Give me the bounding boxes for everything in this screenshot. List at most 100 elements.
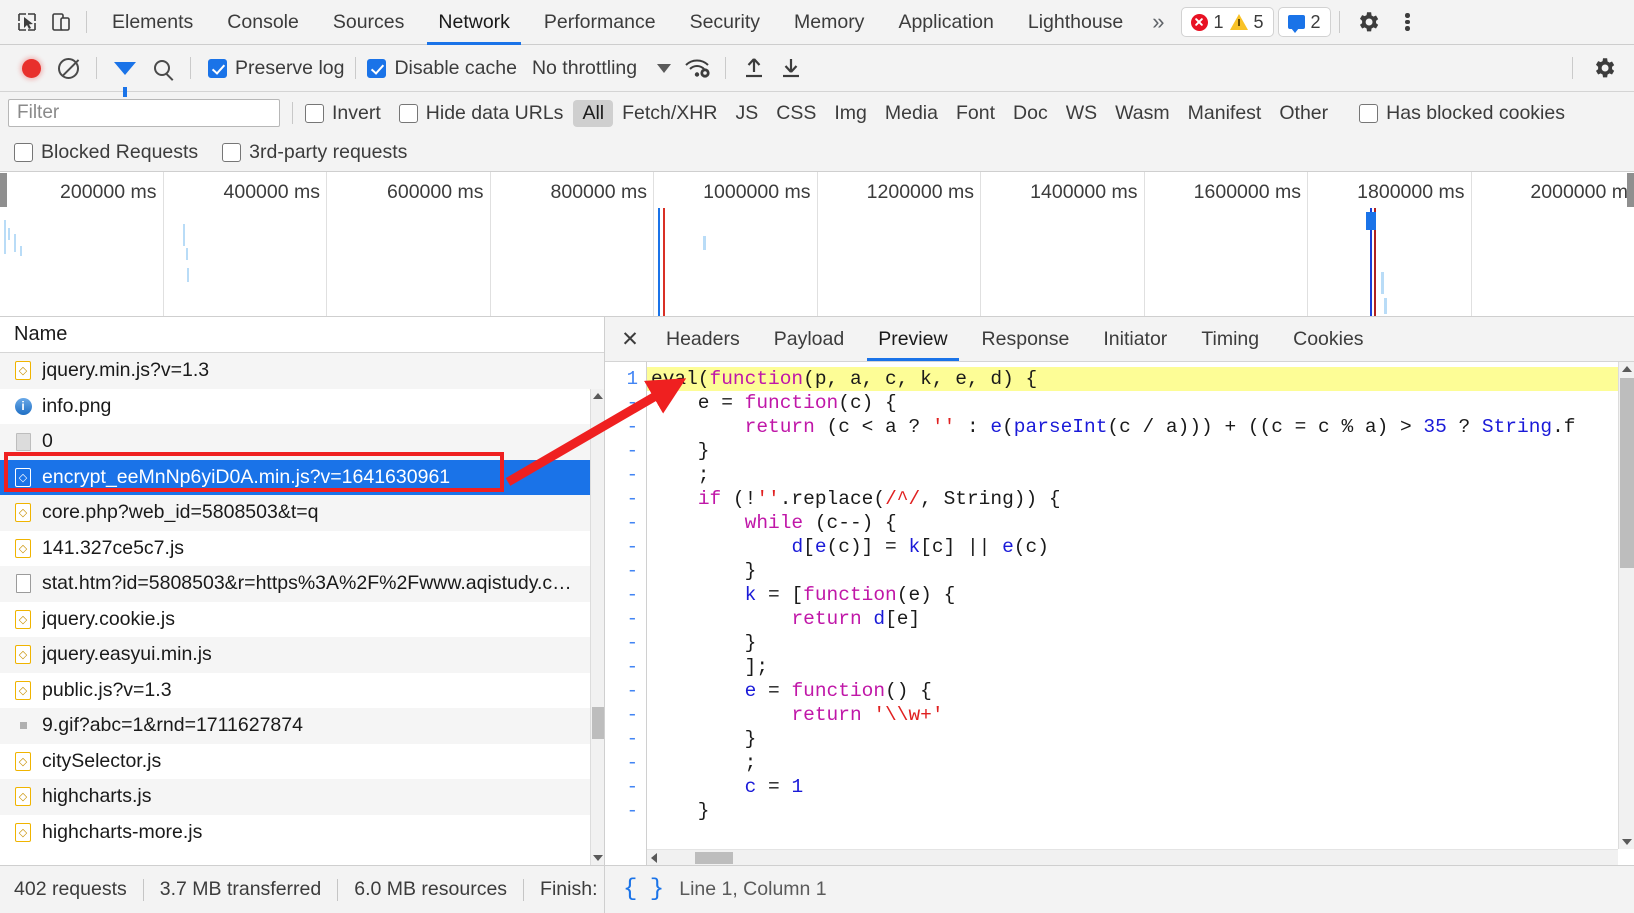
table-row[interactable]: 9.gif?abc=1&rnd=1711627874: [0, 708, 604, 744]
import-har-icon[interactable]: [737, 51, 771, 85]
close-icon[interactable]: ✕: [611, 317, 649, 361]
throttling-dropdown[interactable]: No throttling: [532, 57, 672, 80]
blocked-requests-checkbox[interactable]: Blocked Requests: [14, 141, 198, 164]
table-row[interactable]: ◇ highcharts.js: [0, 779, 604, 815]
request-name: citySelector.js: [42, 749, 162, 772]
record-button-icon[interactable]: [14, 51, 48, 85]
clear-icon[interactable]: [51, 51, 85, 85]
pretty-print-braces-icon[interactable]: { }: [623, 876, 664, 903]
search-icon[interactable]: [145, 51, 179, 85]
scroll-up-icon[interactable]: [1619, 362, 1634, 376]
table-row[interactable]: ◇ jquery.cookie.js: [0, 602, 604, 638]
table-row[interactable]: ◇ highcharts-more.js: [0, 815, 604, 851]
preview-code-viewer[interactable]: 1 - - - - - - - - - - - - - - - - - - ev…: [605, 362, 1634, 865]
request-name: encrypt_eeMnNp6yiD0A.min.js?v=1641630961: [42, 465, 451, 488]
request-list-scrollbar[interactable]: [590, 389, 604, 865]
network-settings-gear-icon[interactable]: [1584, 46, 1624, 91]
type-filter-font[interactable]: Font: [947, 100, 1004, 127]
overview-request-bar: [186, 248, 188, 260]
panel-tab-list: Elements Console Sources Network Perform…: [95, 0, 1140, 45]
table-row[interactable]: ◇ 141.327ce5c7.js: [0, 531, 604, 567]
tab-security[interactable]: Security: [673, 0, 777, 45]
wifi-settings-icon[interactable]: [680, 51, 714, 85]
tab-performance[interactable]: Performance: [527, 0, 673, 45]
type-filter-img[interactable]: Img: [825, 100, 876, 127]
overview-right-handle[interactable]: [1627, 173, 1634, 207]
type-filter-all[interactable]: All: [573, 99, 614, 127]
tab-initiator[interactable]: Initiator: [1086, 317, 1184, 361]
tab-timing[interactable]: Timing: [1184, 317, 1276, 361]
tab-console[interactable]: Console: [210, 0, 316, 45]
filter-input[interactable]: [8, 99, 280, 127]
more-tabs-icon[interactable]: »: [1140, 0, 1176, 45]
table-row[interactable]: ◇ jquery.min.js?v=1.3: [0, 353, 604, 389]
export-har-icon[interactable]: [774, 51, 808, 85]
error-warning-counter[interactable]: 1 5: [1180, 7, 1274, 37]
settings-gear-icon[interactable]: [1348, 0, 1388, 45]
dom-content-loaded-line: [658, 208, 660, 316]
hide-data-urls-checkbox[interactable]: Hide data URLs: [398, 102, 563, 125]
table-row[interactable]: stat.htm?id=5808503&r=https%3A%2F%2Fwww.…: [0, 566, 604, 602]
message-counter[interactable]: 2: [1277, 7, 1331, 37]
tab-elements[interactable]: Elements: [95, 0, 210, 45]
type-filter-doc[interactable]: Doc: [1004, 100, 1057, 127]
third-party-requests-checkbox[interactable]: 3rd-party requests: [222, 141, 407, 164]
preserve-log-checkbox[interactable]: Preserve log: [208, 57, 344, 80]
scroll-down-icon[interactable]: [591, 851, 604, 865]
type-filter-media[interactable]: Media: [876, 100, 947, 127]
device-toolbar-icon[interactable]: [44, 5, 78, 39]
tab-lighthouse[interactable]: Lighthouse: [1011, 0, 1140, 45]
code-line: while (c--) {: [744, 512, 897, 534]
code-vertical-scrollbar[interactable]: [1618, 362, 1634, 849]
table-row[interactable]: i info.png: [0, 389, 604, 425]
type-filter-fetch-xhr[interactable]: Fetch/XHR: [613, 100, 726, 127]
type-filter-ws[interactable]: WS: [1057, 100, 1106, 127]
table-row[interactable]: ◇ public.js?v=1.3: [0, 673, 604, 709]
code-horizontal-scrollbar[interactable]: [647, 849, 1618, 865]
tab-headers[interactable]: Headers: [649, 317, 757, 361]
type-filter-css[interactable]: CSS: [767, 100, 825, 127]
code-line: }: [651, 800, 710, 822]
kebab-menu-icon[interactable]: [1388, 0, 1428, 45]
hide-data-urls-box: [398, 103, 418, 123]
inspect-cursor-icon[interactable]: [10, 5, 44, 39]
overview-left-handle[interactable]: [0, 173, 7, 207]
overview-division: 1800000 ms: [1308, 172, 1472, 316]
disable-cache-checkbox[interactable]: Disable cache: [367, 57, 517, 80]
request-name: jquery.easyui.min.js: [42, 643, 212, 666]
request-list-column-header[interactable]: Name: [0, 317, 604, 353]
column-header-name: Name: [14, 323, 68, 345]
code-line: e = function(c) {: [651, 392, 897, 414]
type-filter-wasm[interactable]: Wasm: [1106, 100, 1179, 127]
network-overview-timeline[interactable]: 200000 ms 400000 ms 600000 ms 800000 ms …: [0, 172, 1634, 317]
tab-response[interactable]: Response: [965, 317, 1087, 361]
request-name: stat.htm?id=5808503&r=https%3A%2F%2Fwww.…: [42, 572, 572, 595]
type-filter-other[interactable]: Other: [1270, 100, 1337, 127]
tab-network[interactable]: Network: [421, 0, 527, 45]
request-list[interactable]: ◇ jquery.min.js?v=1.3 i info.png 0 ◇ enc…: [0, 353, 604, 865]
scrollbar-thumb[interactable]: [695, 852, 733, 864]
invert-checkbox[interactable]: Invert: [305, 102, 381, 125]
tab-application[interactable]: Application: [881, 0, 1010, 45]
tab-memory[interactable]: Memory: [777, 0, 881, 45]
scroll-up-icon[interactable]: [591, 389, 604, 403]
type-filter-manifest[interactable]: Manifest: [1179, 100, 1271, 127]
tab-sources[interactable]: Sources: [316, 0, 422, 45]
tab-preview[interactable]: Preview: [861, 317, 964, 361]
table-row[interactable]: ◇ core.php?web_id=5808503&t=q: [0, 495, 604, 531]
type-filter-js[interactable]: JS: [726, 100, 767, 127]
filter-funnel-icon[interactable]: [108, 51, 142, 97]
scrollbar-thumb[interactable]: [592, 707, 604, 739]
invert-box: [305, 103, 324, 123]
table-row[interactable]: ◇ citySelector.js: [0, 744, 604, 780]
tab-payload[interactable]: Payload: [757, 317, 861, 361]
has-blocked-cookies-checkbox[interactable]: Has blocked cookies: [1359, 102, 1565, 125]
table-row[interactable]: ◇ jquery.easyui.min.js: [0, 637, 604, 673]
table-row[interactable]: 0: [0, 424, 604, 460]
tab-cookies[interactable]: Cookies: [1276, 317, 1380, 361]
scroll-down-icon[interactable]: [1619, 835, 1634, 849]
scrollbar-thumb[interactable]: [1620, 378, 1634, 568]
table-row-selected[interactable]: ◇ encrypt_eeMnNp6yiD0A.min.js?v=16416309…: [0, 459, 604, 495]
scroll-left-icon[interactable]: [647, 850, 661, 865]
request-name: jquery.min.js?v=1.3: [42, 359, 210, 382]
